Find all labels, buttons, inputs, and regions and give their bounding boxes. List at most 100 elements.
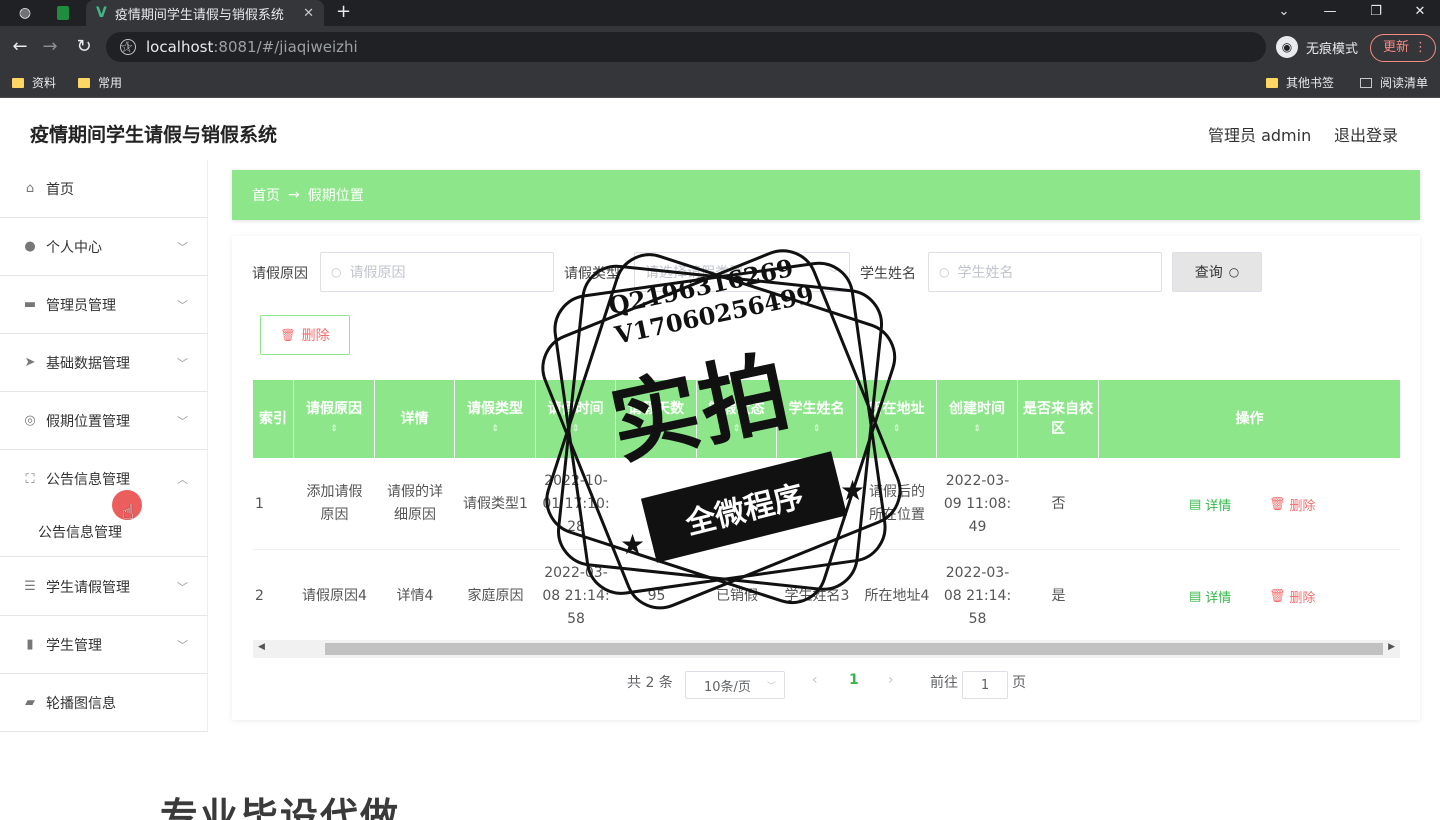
page-suffix: 页 xyxy=(1012,675,1026,691)
sidebar-item-carousel[interactable]: ▰ 轮播图信息 xyxy=(0,674,208,732)
breadcrumb-arrow-icon: → xyxy=(288,187,300,203)
cell-campus: 是 xyxy=(1051,587,1066,604)
sliders-icon: ☰ xyxy=(24,579,36,594)
incognito-indicator[interactable]: ◉ 无痕模式 xyxy=(1276,36,1358,58)
next-page-icon[interactable]: › xyxy=(888,672,894,688)
cell-reason: 请假原因4 xyxy=(302,587,367,604)
other-bookmarks[interactable]: 其他书签 xyxy=(1266,74,1334,91)
cell-type: 家庭原因 xyxy=(467,587,524,604)
delete-button[interactable]: 🗑 删除 xyxy=(1269,587,1316,606)
admin-label: 管理员 admin xyxy=(1208,126,1312,145)
bulk-delete-button[interactable]: 🗑 删除 xyxy=(260,315,350,355)
active-tab[interactable]: V 疫情期间学生请假与销假系统 ✕ xyxy=(86,0,324,26)
query-button[interactable]: 查询 ○ xyxy=(1172,252,1262,292)
prev-page-icon[interactable]: ‹ xyxy=(812,672,818,688)
window-close-icon[interactable]: ✕ xyxy=(1400,0,1440,26)
sidebar-item-leave[interactable]: ☰ 学生请假管理 ﹀ xyxy=(0,558,208,616)
sidebar-item-home[interactable]: ⌂ 首页 xyxy=(0,160,208,218)
cell-days: 95 xyxy=(647,587,666,604)
app-title: 疫情期间学生请假与销假系统 xyxy=(30,124,278,146)
bookmark-folder-2[interactable]: 常用 xyxy=(78,74,122,91)
col-header-index[interactable]: 索引 xyxy=(253,380,294,458)
scroll-thumb[interactable] xyxy=(325,643,1383,655)
tab-search-icon[interactable]: ⌄ xyxy=(1264,0,1304,26)
breadcrumb-home[interactable]: 首页 xyxy=(252,185,280,205)
cell-address: 所在地址4 xyxy=(864,587,930,604)
reload-icon[interactable]: ↻ xyxy=(72,36,96,57)
location-icon: ◎ xyxy=(24,413,36,428)
minimize-icon[interactable]: — xyxy=(1310,0,1350,26)
col-header-time[interactable]: 请假时间 ⇕ xyxy=(536,380,616,458)
scroll-left-icon[interactable]: ◀ xyxy=(258,642,265,652)
sidebar-item-base-data[interactable]: ➤ 基础数据管理 ﹀ xyxy=(0,334,208,392)
reading-list[interactable]: 阅读清单 xyxy=(1360,74,1428,91)
trash-icon: 🗑 xyxy=(280,328,296,342)
sidebar-item-location[interactable]: ◎ 假期位置管理 ﹀ xyxy=(0,392,208,450)
chevron-down-icon: ﹀ xyxy=(177,356,188,370)
user-icon: ● xyxy=(24,239,36,254)
promo-caption: 专业毕设代做 xyxy=(160,795,401,820)
update-button[interactable]: 更新 ⋮ xyxy=(1370,34,1436,62)
detail-button[interactable]: ▤ 详情 xyxy=(1189,495,1231,514)
reading-list-icon xyxy=(1360,77,1372,88)
cell-status: 已销假 xyxy=(716,587,758,604)
bar-chart-icon: ▮ xyxy=(26,637,34,652)
folder-icon xyxy=(12,77,24,88)
chevron-down-icon: ﹀ xyxy=(766,681,776,692)
address-toolbar: ← → ↻ i localhost:8081/#/jiaqiweizhi ☆ ◉… xyxy=(0,26,1440,70)
horizontal-scrollbar[interactable]: ◀ ▶ xyxy=(253,640,1400,658)
chevron-down-icon: ﹀ xyxy=(177,240,188,254)
chevron-down-icon: ﹀ xyxy=(177,414,188,428)
col-header-type[interactable]: 请假类型 ⇕ xyxy=(455,380,536,458)
incognito-label: 无痕模式 xyxy=(1306,41,1359,57)
search-icon: ○ xyxy=(939,265,950,279)
col-header-detail[interactable]: 详情 xyxy=(375,380,455,458)
sidebar-divider xyxy=(0,556,208,557)
sidebar-subitem-notice[interactable]: 公告信息管理 xyxy=(38,522,122,542)
table-row[interactable]: 2 请假原因4 详情4 家庭原因 2022-03-08 21:14:58 95 … xyxy=(253,550,1400,642)
reason-input[interactable]: ○ 请假原因 xyxy=(320,252,554,292)
globe-icon[interactable]: ◍ xyxy=(8,0,42,26)
chevron-down-icon: ﹀ xyxy=(177,298,188,312)
sheet-tab-icon[interactable] xyxy=(46,0,80,26)
url-input[interactable]: i localhost:8081/#/jiaqiweizhi ☆ xyxy=(106,32,1266,62)
cell-address: 请假后的所在位置 xyxy=(869,484,925,523)
col-header-address[interactable]: 所在地址 ⇕ xyxy=(857,380,937,458)
browser-tab-bar: ◍ V 疫情期间学生请假与销假系统 ✕ + ⌄ — ❐ ✕ xyxy=(0,0,1440,26)
cell-time: 2022-03-08 21:14:58 xyxy=(542,564,610,627)
col-header-campus[interactable]: 是否来自校区 xyxy=(1018,380,1099,458)
sidebar-item-students[interactable]: ▮ 学生管理 ﹀ xyxy=(0,616,208,674)
send-icon: ➤ xyxy=(24,355,36,370)
cell-reason: 添加请假原因 xyxy=(306,484,363,523)
bookmarks-bar: 资料 常用 其他书签 阅读清单 xyxy=(0,70,1440,98)
name-input[interactable]: ○ 学生姓名 xyxy=(928,252,1162,292)
vue-logo-icon: V xyxy=(96,5,107,21)
col-header-actions: 操作 xyxy=(1235,411,1264,427)
page-number-current[interactable]: 1 xyxy=(849,672,859,688)
new-tab-icon[interactable]: + xyxy=(336,0,351,26)
sidebar-item-admin[interactable]: ▬ 管理员管理 ﹀ xyxy=(0,276,208,334)
delete-button[interactable]: 🗑 删除 xyxy=(1269,495,1316,514)
detail-button[interactable]: ▤ 详情 xyxy=(1189,587,1231,606)
pagination-total: 共 2 条 xyxy=(627,675,673,691)
bookmark-star-icon[interactable]: ☆ xyxy=(120,38,133,56)
cell-type: 请假类型1 xyxy=(463,495,528,512)
sidebar-item-notice[interactable]: ⛶ 公告信息管理 ︿ xyxy=(0,450,208,508)
hand-cursor-icon: ☝ xyxy=(122,500,135,524)
restore-icon[interactable]: ❐ xyxy=(1356,0,1396,26)
back-icon[interactable]: ← xyxy=(8,36,32,57)
scroll-right-icon[interactable]: ▶ xyxy=(1388,642,1395,652)
search-icon: ○ xyxy=(1228,265,1240,279)
forward-icon[interactable]: → xyxy=(38,36,62,57)
cell-name: 学生姓名3 xyxy=(784,587,850,604)
page-size-select[interactable]: 10条/页 ﹀ xyxy=(685,671,785,699)
logout-link[interactable]: 退出登录 xyxy=(1334,122,1398,146)
col-header-created[interactable]: 创建时间 ⇕ xyxy=(937,380,1018,458)
type-label: 请假类型 xyxy=(564,266,620,282)
tab-close-icon[interactable]: ✕ xyxy=(303,6,314,21)
breadcrumb-current: 假期位置 xyxy=(307,188,364,204)
sidebar-item-profile[interactable]: ● 个人中心 ﹀ xyxy=(0,218,208,276)
goto-page-input[interactable]: 1 xyxy=(962,671,1008,699)
col-header-reason[interactable]: 请假原因 ⇕ xyxy=(294,380,375,458)
bookmark-folder-1[interactable]: 资料 xyxy=(12,74,56,91)
